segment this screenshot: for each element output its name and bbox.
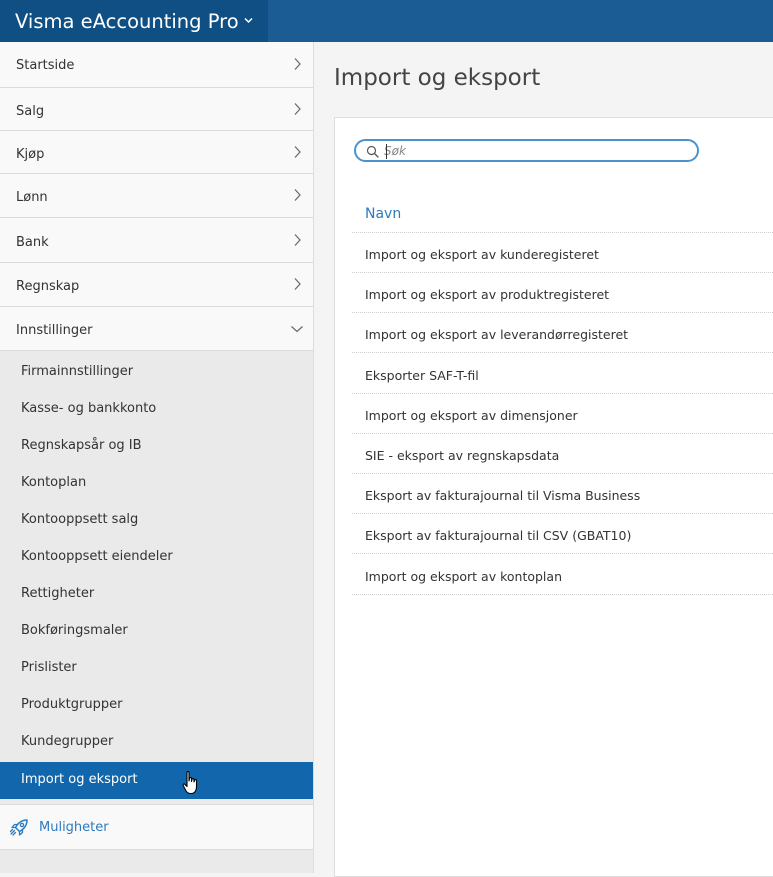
- chevron-right-icon: [294, 234, 301, 246]
- table-row[interactable]: Eksport av fakturajournal til CSV (GBAT1…: [352, 514, 773, 554]
- column-header-label: Navn: [365, 206, 402, 222]
- subitem-import-og-eksport[interactable]: Import og eksport: [0, 762, 313, 799]
- sidebar-item-label: Lønn: [16, 190, 48, 205]
- subitem-label: Bokføringsmaler: [21, 623, 128, 638]
- subitem-bokforingsmaler[interactable]: Bokføringsmaler: [0, 613, 313, 650]
- chevron-down-icon: [244, 17, 253, 24]
- sidebar-item-lonn[interactable]: Lønn: [0, 174, 313, 218]
- row-link[interactable]: Eksporter SAF-T-fil: [365, 368, 479, 383]
- table-row[interactable]: Import og eksport av produktregisteret: [352, 273, 773, 313]
- hand-pointer-icon: [182, 771, 198, 795]
- row-link[interactable]: Import og eksport av produktregisteret: [365, 287, 609, 302]
- subitem-firmainnstillinger[interactable]: Firmainnstillinger: [0, 354, 313, 391]
- subitem-label: Firmainnstillinger: [21, 364, 134, 379]
- sidebar-item-label: Innstillinger: [16, 323, 93, 338]
- chevron-right-icon: [294, 58, 301, 70]
- search-icon: [366, 145, 379, 158]
- app-switcher[interactable]: Visma eAccounting Pro: [0, 0, 268, 42]
- sidebar-item-label: Salg: [16, 104, 45, 119]
- row-link[interactable]: Eksport av fakturajournal til Visma Busi…: [365, 488, 640, 503]
- table-row[interactable]: Eksporter SAF-T-fil: [352, 354, 773, 394]
- sidebar-item-label: Startside: [16, 58, 75, 73]
- subitem-regnskapsar-og-ib[interactable]: Regnskapsår og IB: [0, 428, 313, 465]
- sidebar-item-salg[interactable]: Salg: [0, 88, 313, 131]
- table-row[interactable]: SIE - eksport av regnskapsdata: [352, 434, 773, 474]
- sidebar-item-innstillinger[interactable]: Innstillinger: [0, 307, 313, 351]
- subitem-kontooppsett-salg[interactable]: Kontooppsett salg: [0, 502, 313, 539]
- row-link[interactable]: Import og eksport av dimensjoner: [365, 408, 578, 423]
- subitem-kasse-og-bankkonto[interactable]: Kasse- og bankkonto: [0, 391, 313, 428]
- muligheter-link[interactable]: Muligheter: [0, 804, 313, 850]
- row-link[interactable]: Import og eksport av kontoplan: [365, 569, 562, 584]
- table-row[interactable]: Import og eksport av leverandørregistere…: [352, 313, 773, 353]
- sidebar-item-startside[interactable]: Startside: [0, 42, 313, 88]
- page-title: Import og eksport: [334, 65, 541, 91]
- chevron-right-icon: [294, 146, 301, 158]
- subitem-rettigheter[interactable]: Rettigheter: [0, 576, 313, 613]
- subitem-label: Prislister: [21, 660, 77, 675]
- chevron-right-icon: [294, 103, 301, 115]
- subitem-label: Kasse- og bankkonto: [21, 401, 157, 416]
- subitem-prislister[interactable]: Prislister: [0, 650, 313, 687]
- subitem-label: Rettigheter: [21, 586, 95, 601]
- subitem-kontooppsett-eiendeler[interactable]: Kontooppsett eiendeler: [0, 539, 313, 576]
- chevron-right-icon: [294, 189, 301, 201]
- subitem-label: Kontoplan: [21, 475, 87, 490]
- chevron-right-icon: [294, 278, 301, 290]
- chevron-down-icon: [291, 326, 303, 333]
- column-header-navn[interactable]: Navn: [352, 193, 773, 233]
- subitem-kontoplan[interactable]: Kontoplan: [0, 465, 313, 502]
- subitem-label: Produktgrupper: [21, 697, 123, 712]
- subitem-label: Import og eksport: [21, 772, 138, 787]
- text-caret: [386, 144, 387, 159]
- sidebar-item-bank[interactable]: Bank: [0, 218, 313, 263]
- app-title: Visma eAccounting Pro: [15, 9, 239, 33]
- sidebar: Startside Salg Kjøp Lønn Bank Regnskap I…: [0, 42, 314, 873]
- row-link[interactable]: Import og eksport av leverandørregistere…: [365, 327, 628, 342]
- rocket-icon: [9, 819, 28, 836]
- subitem-label: Kundegrupper: [21, 734, 114, 749]
- table-row[interactable]: Import og eksport av dimensjoner: [352, 394, 773, 434]
- subitem-label: Regnskapsår og IB: [21, 438, 142, 453]
- row-link[interactable]: Eksport av fakturajournal til CSV (GBAT1…: [365, 528, 631, 543]
- sidebar-item-kjop[interactable]: Kjøp: [0, 131, 313, 174]
- search-box[interactable]: [354, 139, 699, 162]
- subitem-label: Kontooppsett eiendeler: [21, 549, 173, 564]
- subitem-produktgrupper[interactable]: Produktgrupper: [0, 687, 313, 724]
- table-row[interactable]: Import og eksport av kunderegisteret: [352, 233, 773, 273]
- table-row[interactable]: Eksport av fakturajournal til Visma Busi…: [352, 474, 773, 514]
- sidebar-item-label: Bank: [16, 235, 49, 250]
- search-input[interactable]: [384, 142, 684, 159]
- sidebar-item-label: Kjøp: [16, 147, 45, 162]
- muligheter-label: Muligheter: [39, 820, 109, 835]
- row-link[interactable]: Import og eksport av kunderegisteret: [365, 247, 599, 262]
- subitem-kundegrupper[interactable]: Kundegrupper: [0, 724, 313, 761]
- top-bar: Visma eAccounting Pro: [0, 0, 773, 42]
- subitem-label: Kontooppsett salg: [21, 512, 139, 527]
- row-link[interactable]: SIE - eksport av regnskapsdata: [365, 448, 559, 463]
- sidebar-item-label: Regnskap: [16, 279, 80, 294]
- table-row[interactable]: Import og eksport av kontoplan: [352, 555, 773, 595]
- sidebar-item-regnskap[interactable]: Regnskap: [0, 263, 313, 307]
